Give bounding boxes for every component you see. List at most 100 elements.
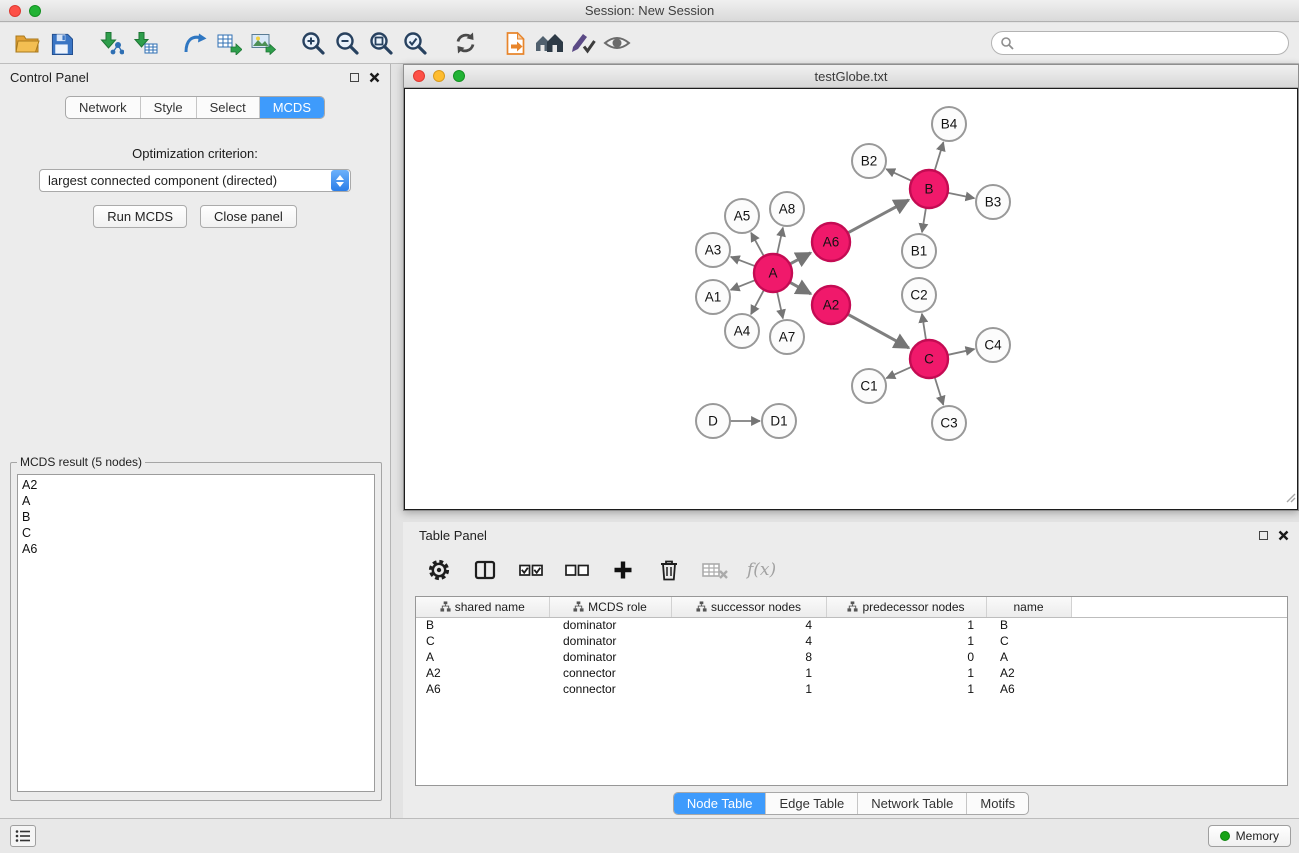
network-edge[interactable] — [848, 200, 909, 233]
network-edge[interactable] — [790, 282, 811, 294]
export-table-button[interactable] — [212, 26, 246, 60]
network-node-A5[interactable]: A5 — [725, 199, 759, 233]
close-window-button[interactable] — [9, 5, 21, 17]
network-node-A[interactable]: A — [754, 254, 792, 292]
export-document-button[interactable] — [498, 26, 532, 60]
table-mode-button[interactable] — [471, 556, 499, 584]
mcds-result-list[interactable]: A2ABCA6 — [17, 474, 375, 792]
eye-button[interactable] — [600, 26, 634, 60]
network-zoom-button[interactable] — [453, 70, 465, 82]
column-header-name[interactable]: name — [986, 597, 1071, 617]
close-table-panel-icon[interactable] — [1278, 530, 1289, 541]
zoom-window-button[interactable] — [29, 5, 41, 17]
network-close-button[interactable] — [413, 70, 425, 82]
network-node-A8[interactable]: A8 — [770, 192, 804, 226]
network-node-B1[interactable]: B1 — [902, 234, 936, 268]
network-node-C3[interactable]: C3 — [932, 406, 966, 440]
network-canvas[interactable]: B4B2BB3A8A5A6B1A3AC2A1A2A4A7C4CC1C3DD1 — [404, 88, 1298, 510]
export-image-button[interactable] — [246, 26, 280, 60]
criterion-dropdown[interactable]: largest connected component (directed) — [39, 169, 351, 192]
zoom-selected-button[interactable] — [398, 26, 432, 60]
tab-style[interactable]: Style — [140, 97, 196, 118]
network-node-B[interactable]: B — [910, 170, 948, 208]
column-header-predecessor-nodes[interactable]: predecessor nodes — [826, 597, 986, 617]
network-node-C4[interactable]: C4 — [976, 328, 1010, 362]
column-header-successor-nodes[interactable]: successor nodes — [671, 597, 826, 617]
column-header-mcds-role[interactable]: MCDS role — [549, 597, 671, 617]
network-node-D[interactable]: D — [696, 404, 730, 438]
close-panel-icon[interactable] — [369, 72, 380, 83]
node-table[interactable]: shared name MCDS role successor nodes pr… — [415, 596, 1288, 786]
tab-node-table[interactable]: Node Table — [674, 793, 766, 814]
network-node-A1[interactable]: A1 — [696, 280, 730, 314]
float-table-panel-icon[interactable] — [1259, 531, 1268, 540]
mcds-result-item[interactable]: A6 — [22, 541, 374, 557]
export-network-button[interactable] — [178, 26, 212, 60]
zoom-out-button[interactable] — [330, 26, 364, 60]
network-graph[interactable]: B4B2BB3A8A5A6B1A3AC2A1A2A4A7C4CC1C3DD1 — [405, 89, 1297, 509]
float-panel-icon[interactable] — [350, 73, 359, 82]
network-node-A4[interactable]: A4 — [725, 314, 759, 348]
network-node-B4[interactable]: B4 — [932, 107, 966, 141]
tab-mcds[interactable]: MCDS — [259, 97, 324, 118]
network-edge[interactable] — [935, 142, 944, 171]
memory-button[interactable]: Memory — [1208, 825, 1291, 847]
tab-edge-table[interactable]: Edge Table — [765, 793, 857, 814]
table-row[interactable]: A6connector11A6 — [416, 681, 1287, 697]
graphics-details-button[interactable] — [566, 26, 600, 60]
network-node-B3[interactable]: B3 — [976, 185, 1010, 219]
network-edge[interactable] — [922, 208, 926, 232]
table-row[interactable]: Adominator80A — [416, 649, 1287, 665]
add-column-button[interactable] — [609, 556, 637, 584]
table-row[interactable]: Bdominator41B — [416, 617, 1287, 633]
mcds-result-item[interactable]: C — [22, 525, 374, 541]
network-edge[interactable] — [751, 290, 764, 314]
network-node-C[interactable]: C — [910, 340, 948, 378]
network-node-B2[interactable]: B2 — [852, 144, 886, 178]
delete-table-button[interactable] — [701, 556, 729, 584]
save-session-button[interactable] — [44, 26, 78, 60]
home-button[interactable] — [532, 26, 566, 60]
network-edge[interactable] — [731, 280, 756, 290]
network-edge[interactable] — [886, 367, 911, 378]
network-edge[interactable] — [777, 292, 783, 319]
import-table-button[interactable] — [128, 26, 162, 60]
network-node-D1[interactable]: D1 — [762, 404, 796, 438]
zoom-fit-button[interactable] — [364, 26, 398, 60]
tab-network-table[interactable]: Network Table — [857, 793, 966, 814]
network-minimize-button[interactable] — [433, 70, 445, 82]
network-node-A2[interactable]: A2 — [812, 286, 850, 324]
table-row[interactable]: Cdominator41C — [416, 633, 1287, 649]
network-node-A3[interactable]: A3 — [696, 233, 730, 267]
tab-select[interactable]: Select — [196, 97, 259, 118]
apply-layout-button[interactable] — [448, 26, 482, 60]
mcds-result-item[interactable]: A — [22, 493, 374, 509]
network-edge[interactable] — [935, 377, 944, 405]
network-edge[interactable] — [922, 314, 926, 340]
deselect-all-button[interactable] — [563, 556, 591, 584]
network-edge[interactable] — [948, 193, 975, 198]
import-network-button[interactable] — [94, 26, 128, 60]
apply-function-button[interactable]: f(x) — [747, 556, 776, 584]
network-edge[interactable] — [731, 257, 756, 266]
mcds-result-item[interactable]: A2 — [22, 477, 374, 493]
delete-column-button[interactable] — [655, 556, 683, 584]
mcds-result-item[interactable]: B — [22, 509, 374, 525]
network-node-A6[interactable]: A6 — [812, 223, 850, 261]
network-window-titlebar[interactable]: testGlobe.txt — [404, 65, 1298, 88]
zoom-in-button[interactable] — [296, 26, 330, 60]
open-file-button[interactable] — [10, 26, 44, 60]
network-edge[interactable] — [751, 233, 764, 257]
close-panel-button[interactable]: Close panel — [200, 205, 297, 228]
network-edge[interactable] — [777, 228, 783, 255]
table-row[interactable]: A2connector11A2 — [416, 665, 1287, 681]
run-mcds-button[interactable]: Run MCDS — [93, 205, 187, 228]
network-edge[interactable] — [790, 253, 811, 264]
task-history-button[interactable] — [10, 825, 36, 847]
network-node-C1[interactable]: C1 — [852, 369, 886, 403]
network-node-A7[interactable]: A7 — [770, 320, 804, 354]
select-all-button[interactable] — [517, 556, 545, 584]
resize-grip-icon[interactable] — [1284, 490, 1296, 508]
network-edge[interactable] — [886, 169, 912, 181]
network-edge[interactable] — [948, 349, 975, 355]
